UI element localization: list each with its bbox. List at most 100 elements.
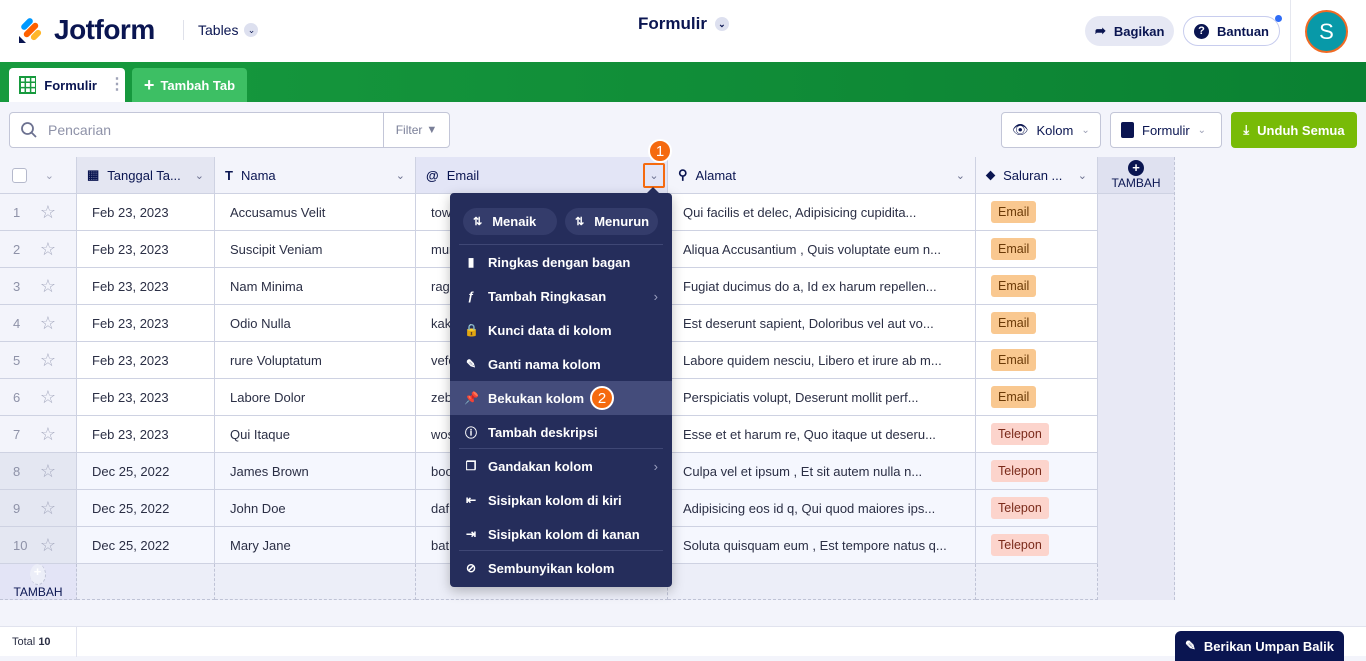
share-button[interactable]: ➦ Bagikan	[1085, 16, 1175, 46]
help-button[interactable]: ? Bantuan	[1183, 15, 1282, 46]
tab-label: Formulir	[44, 77, 97, 93]
chevron-down-icon[interactable]: ⌄	[396, 169, 405, 182]
cell-date[interactable]: Feb 23, 2023	[77, 379, 215, 416]
chevron-down-icon[interactable]: ⌄	[1078, 169, 1087, 182]
cell-value: Qui facilis et delec, Adipisicing cupidi…	[683, 204, 917, 220]
star-icon[interactable]: ☆	[40, 461, 56, 482]
add-column[interactable]: + TAMBAH	[1098, 157, 1175, 600]
filter-button[interactable]: Filter ▼	[383, 113, 449, 147]
star-icon[interactable]: ☆	[40, 387, 56, 408]
cell-addr[interactable]: Aliqua Accusantium , Quis voluptate eum …	[668, 231, 976, 268]
cell-name[interactable]: Qui Itaque	[215, 416, 416, 453]
star-icon[interactable]: ☆	[40, 313, 56, 334]
cell-date[interactable]: Dec 25, 2022	[77, 490, 215, 527]
cell-addr[interactable]: Labore quidem nesciu, Libero et irure ab…	[668, 342, 976, 379]
chevron-down-icon[interactable]: ⌄	[956, 169, 965, 182]
cell-name[interactable]: Suscipit Veniam	[215, 231, 416, 268]
star-icon[interactable]: ☆	[40, 535, 56, 556]
column-header-1[interactable]: ▦ Tanggal Ta... ⌄	[77, 157, 215, 194]
feedback-button[interactable]: ✎ Berikan Umpan Balik	[1175, 631, 1344, 661]
eye-off-icon: ⊘	[465, 561, 477, 575]
cell-channel[interactable]: Email	[976, 268, 1098, 305]
cell-name[interactable]: John Doe	[215, 490, 416, 527]
sort-ascending-button[interactable]: ⇅ Menaik	[463, 208, 557, 235]
tab-label: Tambah Tab	[160, 77, 236, 93]
cell-date[interactable]: Feb 23, 2023	[77, 231, 215, 268]
cell-addr[interactable]: Qui facilis et delec, Adipisicing cupidi…	[668, 194, 976, 231]
cell-name[interactable]: Mary Jane	[215, 527, 416, 564]
feedback-icon: ✎	[1185, 638, 1196, 653]
cell-name[interactable]: Labore Dolor	[215, 379, 416, 416]
column-header-3[interactable]: @ Email	[416, 157, 668, 194]
menu-item[interactable]: 📌 Bekukan kolom	[450, 381, 672, 415]
cell-channel[interactable]: Email	[976, 194, 1098, 231]
star-icon[interactable]: ☆	[40, 202, 56, 223]
chevron-down-icon[interactable]: ⌄	[45, 169, 54, 182]
column-header-5[interactable]: ⬥ Saluran ... ⌄	[976, 157, 1098, 194]
columns-button[interactable]: 👁 Kolom ⌄	[1001, 112, 1101, 148]
cell-name[interactable]: Accusamus Velit	[215, 194, 416, 231]
avatar[interactable]: S	[1305, 10, 1348, 53]
cell-addr[interactable]: Soluta quisquam eum , Est tempore natus …	[668, 527, 976, 564]
cell-channel[interactable]: Email	[976, 379, 1098, 416]
cell-addr[interactable]: Fugiat ducimus do a, Id ex harum repelle…	[668, 268, 976, 305]
cell-date[interactable]: Feb 23, 2023	[77, 268, 215, 305]
cell-channel[interactable]: Telepon	[976, 453, 1098, 490]
cell-value: bati	[431, 537, 452, 553]
menu-item[interactable]: ▮ Ringkas dengan bagan	[450, 245, 672, 279]
cell-name[interactable]: Nam Minima	[215, 268, 416, 305]
menu-item[interactable]: ⇤ Sisipkan kolom di kiri	[450, 483, 672, 517]
jotform-logo[interactable]: Jotform	[18, 14, 155, 46]
cell-date[interactable]: Feb 23, 2023	[77, 416, 215, 453]
row-number: 5	[13, 352, 21, 368]
cell-date[interactable]: Dec 25, 2022	[77, 527, 215, 564]
text-type-icon: T	[225, 167, 233, 183]
cell-name[interactable]: James Brown	[215, 453, 416, 490]
form-button[interactable]: Formulir ⌄	[1110, 112, 1222, 148]
menu-item[interactable]: ❐ Gandakan kolom ›	[450, 449, 672, 483]
cell-addr[interactable]: Esse et et harum re, Quo itaque ut deser…	[668, 416, 976, 453]
product-switcher[interactable]: Tables ⌄	[198, 22, 259, 38]
tab-formulir[interactable]: Formulir ⋮	[9, 68, 125, 102]
download-all-button[interactable]: ⤓ Unduh Semua	[1231, 112, 1357, 148]
add-row-button[interactable]: + TAMBAH	[0, 564, 77, 600]
menu-item[interactable]: ✎ Ganti nama kolom	[450, 347, 672, 381]
search-input[interactable]: Pencarian Filter ▼	[9, 112, 450, 148]
cell-addr[interactable]: Culpa vel et ipsum , Et sit autem nulla …	[668, 453, 976, 490]
menu-item[interactable]: ⊘ Sembunyikan kolom	[450, 551, 672, 585]
menu-item[interactable]: ⓘ Tambah deskripsi	[450, 415, 672, 449]
chevron-down-icon[interactable]: ⌄	[195, 169, 204, 182]
cell-addr[interactable]: Est deserunt sapient, Doloribus vel aut …	[668, 305, 976, 342]
star-icon[interactable]: ☆	[40, 424, 56, 445]
cell-name[interactable]: rure Voluptatum	[215, 342, 416, 379]
cell-addr[interactable]: Adipisicing eos id q, Qui quod maiores i…	[668, 490, 976, 527]
add-column-button[interactable]: + TAMBAH	[1098, 157, 1174, 194]
cell-channel[interactable]: Telepon	[976, 416, 1098, 453]
cell-date[interactable]: Feb 23, 2023	[77, 194, 215, 231]
star-icon[interactable]: ☆	[40, 276, 56, 297]
add-tab-button[interactable]: + Tambah Tab	[132, 68, 247, 102]
cell-name[interactable]: Odio Nulla	[215, 305, 416, 342]
menu-item[interactable]: ⇥ Sisipkan kolom di kanan	[450, 517, 672, 551]
star-icon[interactable]: ☆	[40, 350, 56, 371]
cell-addr[interactable]: Perspiciatis volupt, Deserunt mollit per…	[668, 379, 976, 416]
star-icon[interactable]: ☆	[40, 239, 56, 260]
column-header-4[interactable]: ⚲ Alamat ⌄	[668, 157, 976, 194]
star-icon[interactable]: ☆	[40, 498, 56, 519]
column-menu-toggle[interactable]: ⌄	[643, 163, 665, 188]
cell-channel[interactable]: Email	[976, 305, 1098, 342]
select-all-checkbox[interactable]	[12, 167, 27, 183]
cell-date[interactable]: Feb 23, 2023	[77, 305, 215, 342]
cell-channel[interactable]: Email	[976, 342, 1098, 379]
column-header-2[interactable]: T Nama ⌄	[215, 157, 416, 194]
cell-date[interactable]: Dec 25, 2022	[77, 453, 215, 490]
cell-channel[interactable]: Telepon	[976, 490, 1098, 527]
cell-channel[interactable]: Telepon	[976, 527, 1098, 564]
menu-item[interactable]: ƒ Tambah Ringkasan ›	[450, 279, 672, 313]
page-title[interactable]: Formulir ⌄	[638, 14, 729, 34]
menu-item[interactable]: 🔒 Kunci data di kolom	[450, 313, 672, 347]
sort-descending-button[interactable]: ⇅ Menurun	[565, 208, 658, 235]
more-vertical-icon[interactable]: ⋮	[109, 77, 125, 93]
cell-channel[interactable]: Email	[976, 231, 1098, 268]
cell-date[interactable]: Feb 23, 2023	[77, 342, 215, 379]
